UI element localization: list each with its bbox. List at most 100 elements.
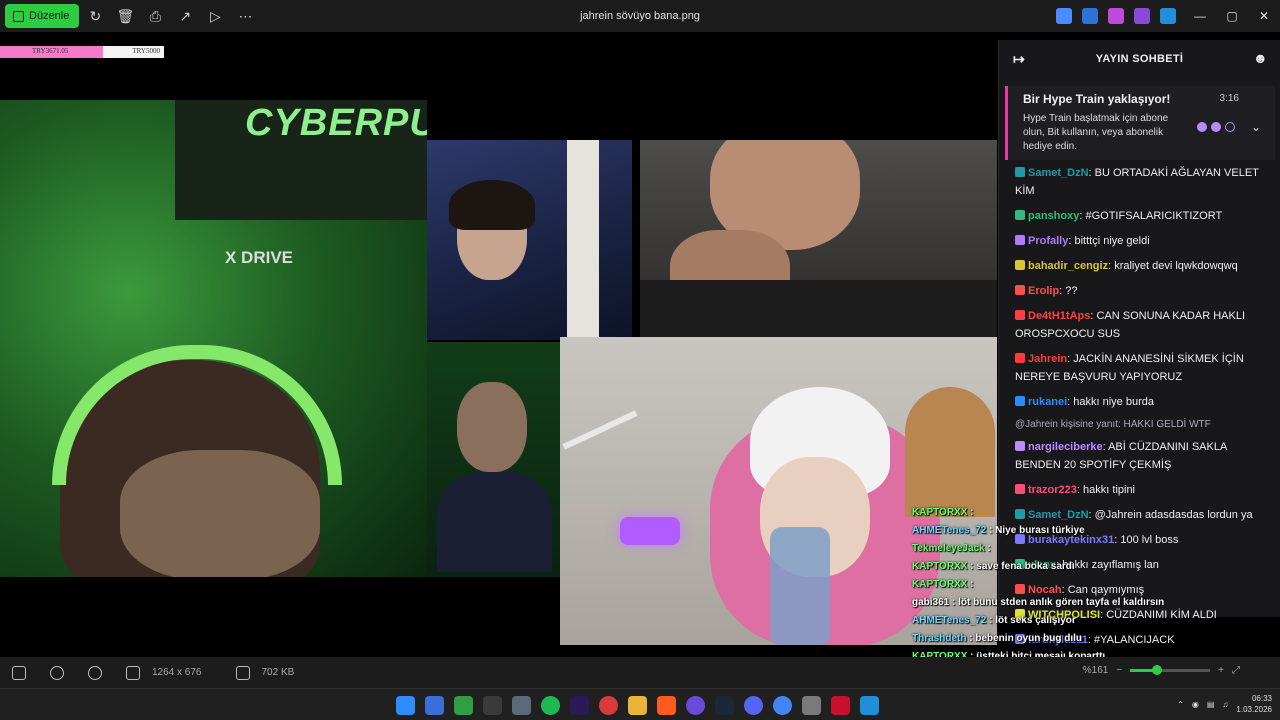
overlay-message: KAPTORXX : save fena boka sardı <box>912 558 1252 576</box>
brave-icon[interactable] <box>657 696 676 715</box>
overlay-username: KAPTORXX <box>912 507 968 518</box>
overlay-message: AHMETenes_72 : Niye burası türkiye <box>912 522 1252 540</box>
chat-header: ↦ YAYIN SOHBETİ ☻ <box>999 40 1280 78</box>
donation-goal: TRY5000 <box>132 47 160 55</box>
xbox-icon[interactable] <box>454 696 473 715</box>
overlay-username: Thrashdeth <box>912 633 967 644</box>
image-dimensions: 1264 x 676 <box>152 667 202 678</box>
start-icon[interactable] <box>396 696 415 715</box>
sub-icon <box>1197 122 1207 132</box>
badge-icon <box>1015 167 1025 177</box>
hype-body: Hype Train başlatmak için abone olun, Bi… <box>1023 113 1169 152</box>
overlay-text: : <box>967 507 974 518</box>
favorite-icon[interactable] <box>50 665 64 680</box>
maximize-icon[interactable]: ▢ <box>1216 0 1248 32</box>
edit-button[interactable]: Düzenle <box>5 4 80 28</box>
chat-text: : hakkı tipini <box>1076 484 1136 496</box>
badge-icon <box>1015 260 1025 270</box>
chat-username[interactable]: Erolip <box>1028 285 1059 297</box>
minimize-icon[interactable]: — <box>1184 0 1216 32</box>
more-icon[interactable]: ⋯ <box>231 2 259 30</box>
badge-icon <box>1015 310 1025 320</box>
chat-text: : #GOTIFSALARICIKTIZORT <box>1079 210 1223 222</box>
guest-body <box>437 472 552 572</box>
valorant-icon[interactable] <box>831 696 850 715</box>
chrome-icon[interactable] <box>773 696 792 715</box>
zoom-control: %161 − + ⤢ <box>1083 665 1240 676</box>
delete-icon[interactable]: 🗑 <box>111 2 139 30</box>
hype-train-banner[interactable]: Bir Hype Train yaklaşıyor! Hype Train ba… <box>1005 86 1275 160</box>
clock[interactable]: 06:33 1.03.2026 <box>1236 693 1272 715</box>
monitor-icon[interactable] <box>425 696 444 715</box>
gift-icon <box>1225 122 1235 132</box>
share-icon[interactable]: ↗ <box>171 2 199 30</box>
info-icon[interactable] <box>88 665 102 680</box>
premiere-icon[interactable] <box>570 696 589 715</box>
designer-icon[interactable] <box>1082 8 1098 24</box>
file-size: 702 KB <box>261 667 295 678</box>
overlay-text: : löt seks çalışıyor <box>986 615 1076 626</box>
overlay-username: TekmeleyeJack <box>912 543 985 554</box>
chevron-down-icon[interactable]: ⌄ <box>1251 120 1261 134</box>
copilot-icon[interactable] <box>1056 8 1072 24</box>
settings-icon[interactable] <box>802 696 821 715</box>
overlay-username: KAPTORXX <box>912 579 968 590</box>
print-icon[interactable]: ⎙ <box>141 2 169 30</box>
rotate-icon[interactable]: ↻ <box>81 2 109 30</box>
donation-goal-bar: TRY3671.05 TRY5000 <box>0 46 164 58</box>
zoom-slider[interactable] <box>1130 665 1211 675</box>
chat-username[interactable]: Jahrein <box>1028 353 1067 365</box>
zoom-out-icon[interactable]: − <box>1116 665 1122 676</box>
steam-icon[interactable] <box>715 696 734 715</box>
photos-app-icon[interactable] <box>860 696 879 715</box>
door <box>567 140 599 340</box>
chat-username[interactable]: Samet_DzN <box>1028 167 1089 179</box>
chat-username[interactable]: nargileciberke <box>1028 441 1103 453</box>
discord-icon[interactable] <box>744 696 763 715</box>
fullscreen-icon[interactable]: ⤢ <box>1232 665 1240 676</box>
spotify-icon[interactable] <box>541 696 560 715</box>
close-icon[interactable]: ✕ <box>1248 0 1280 32</box>
overlay-username: gabi361 <box>912 597 950 608</box>
edit-label: Düzenle <box>29 10 70 22</box>
filmstrip-icon[interactable] <box>12 665 26 680</box>
clipchamp-icon[interactable] <box>1108 8 1124 24</box>
volume-icon[interactable]: ♫ <box>1222 700 1228 709</box>
chevron-up-icon[interactable]: ⌃ <box>1177 700 1184 709</box>
badge-icon <box>1015 285 1025 295</box>
guest-face <box>457 382 527 472</box>
mic-icon[interactable]: ◉ <box>1192 700 1199 709</box>
donation-current: TRY3671.05 <box>32 47 69 55</box>
network-icon[interactable]: ▤ <box>1207 700 1215 709</box>
overlay-text: : save fena boka sardı <box>967 561 1075 572</box>
zoom-in-icon[interactable]: + <box>1218 665 1224 676</box>
collapse-chat-icon[interactable]: ↦ <box>1013 51 1025 68</box>
chat-username[interactable]: trazor223 <box>1028 484 1077 496</box>
folder-icon[interactable] <box>628 696 647 715</box>
badge-icon <box>1015 210 1025 220</box>
mic-arm <box>562 410 638 450</box>
slideshow-icon[interactable]: ▷ <box>201 2 229 30</box>
taskbar: ⌃ ◉ ▤ ♫ 06:33 1.03.2026 <box>0 688 1280 720</box>
epic-icon[interactable] <box>483 696 502 715</box>
cloud-icons <box>1056 8 1176 24</box>
chat-title: YAYIN SOHBETİ <box>1095 53 1184 65</box>
calculator-icon[interactable] <box>512 696 531 715</box>
photo-viewer-window: Düzenle ↻ 🗑 ⎙ ↗ ▷ ⋯ jahrein sövüyo bana.… <box>0 0 1280 720</box>
guest-webcam-1 <box>427 140 632 340</box>
chat-username[interactable]: bahadir_cengiz <box>1028 260 1108 272</box>
chat-username[interactable]: panshoxy <box>1028 210 1079 222</box>
hype-icons <box>1197 122 1235 132</box>
onedrive-icon[interactable] <box>1160 8 1176 24</box>
photos-icon[interactable] <box>1134 8 1150 24</box>
search-app-icon[interactable] <box>686 696 705 715</box>
zoom-knob[interactable] <box>1151 665 1162 675</box>
chat-message: bahadir_cengiz: kraliyet devi lqwkdowqwq <box>1015 257 1275 275</box>
app-icon[interactable] <box>599 696 618 715</box>
reply-note: @Jahrein kişisine yanıt: HAKKI GELDİ WTF <box>1015 419 1211 430</box>
guest-shirt <box>640 280 997 340</box>
chat-username[interactable]: rukanei <box>1028 396 1067 408</box>
users-icon[interactable]: ☻ <box>1253 50 1268 66</box>
chat-username[interactable]: Profally <box>1028 235 1068 247</box>
chat-username[interactable]: De4tH1tAps <box>1028 310 1090 322</box>
